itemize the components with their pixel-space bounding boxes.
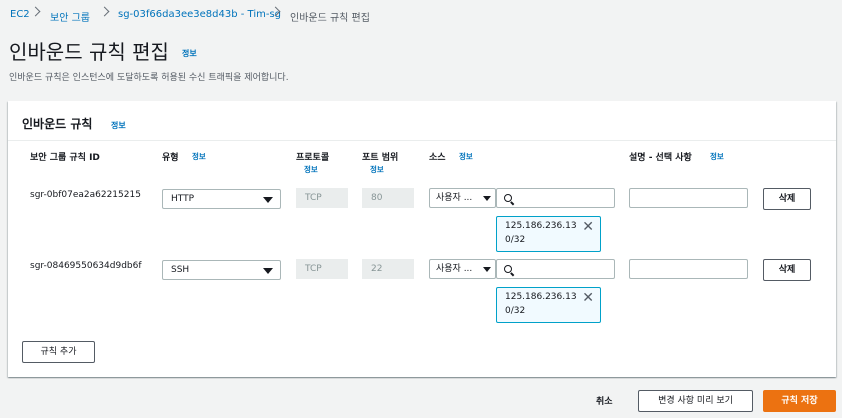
port-range-field: 22 bbox=[362, 259, 414, 279]
description-input[interactable] bbox=[629, 188, 748, 208]
source-type-select[interactable]: 사용자 ... bbox=[429, 188, 496, 208]
col-rule-id: 보안 그룹 규칙 ID bbox=[30, 153, 100, 163]
breadcrumb-security-group[interactable]: sg-03f66da3ee3e8d43b - Tim-sg bbox=[118, 9, 281, 20]
source-search-input[interactable] bbox=[496, 188, 615, 208]
col-source-info[interactable]: 정보 bbox=[459, 151, 473, 162]
source-type-value: 사용자 ... bbox=[436, 193, 473, 203]
cancel-button[interactable]: 취소 bbox=[596, 394, 613, 407]
rule-id: sgr-08469550634d9db6f bbox=[30, 261, 142, 271]
breadcrumb-current: 인바운드 규칙 편집 bbox=[290, 13, 370, 24]
col-type: 유형 bbox=[162, 153, 179, 163]
col-description-info[interactable]: 정보 bbox=[710, 151, 724, 162]
source-ip-text-2: 0/32 bbox=[505, 306, 526, 316]
type-select[interactable]: SSH bbox=[162, 260, 281, 280]
preview-changes-button[interactable]: 변경 사항 미리 보기 bbox=[638, 390, 753, 412]
page-info-link[interactable]: 정보 bbox=[182, 48, 197, 59]
panel-divider bbox=[8, 140, 836, 141]
description-input[interactable] bbox=[629, 259, 748, 279]
delete-button[interactable]: 삭제 bbox=[763, 188, 811, 210]
source-type-value: 사용자 ... bbox=[436, 264, 473, 274]
col-description: 설명 - 선택 사항 bbox=[629, 153, 692, 163]
delete-button[interactable]: 삭제 bbox=[763, 259, 811, 281]
caret-down-icon bbox=[263, 197, 273, 203]
caret-down-icon bbox=[483, 267, 491, 272]
panel-info-link[interactable]: 정보 bbox=[111, 120, 126, 131]
type-select-value: HTTP bbox=[171, 194, 195, 204]
source-ip-token: 125.186.236.13 0/32 ✕ bbox=[496, 216, 601, 252]
chevron-right-icon bbox=[99, 6, 110, 17]
chevron-right-icon bbox=[30, 6, 41, 17]
col-port-info[interactable]: 정보 bbox=[370, 164, 384, 175]
col-protocol: 프로토콜 bbox=[296, 153, 330, 163]
search-icon bbox=[504, 194, 512, 202]
inbound-rules-panel bbox=[8, 101, 836, 377]
col-port: 포트 범위 bbox=[362, 153, 399, 163]
add-rule-button[interactable]: 규칙 추가 bbox=[22, 341, 95, 363]
source-ip-text-2: 0/32 bbox=[505, 235, 526, 245]
close-icon[interactable]: ✕ bbox=[582, 291, 594, 305]
port-range-field: 80 bbox=[362, 188, 414, 208]
breadcrumb-security-groups[interactable]: 보안 그룹 bbox=[50, 9, 90, 24]
source-search-input[interactable] bbox=[496, 259, 615, 279]
page-title: 인바운드 규칙 편집 bbox=[9, 40, 169, 64]
breadcrumb-ec2[interactable]: EC2 bbox=[10, 9, 30, 20]
col-protocol-info[interactable]: 정보 bbox=[304, 164, 318, 175]
caret-down-icon bbox=[263, 268, 273, 274]
source-ip-token: 125.186.236.13 0/32 ✕ bbox=[496, 287, 601, 323]
close-icon[interactable]: ✕ bbox=[582, 220, 594, 234]
type-select-value: SSH bbox=[171, 265, 190, 275]
type-select[interactable]: HTTP bbox=[162, 189, 281, 209]
rule-id: sgr-0bf07ea2a62215215 bbox=[30, 190, 141, 200]
breadcrumb: EC2 보안 그룹 sg-03f66da3ee3e8d43b - Tim-sg … bbox=[0, 0, 842, 28]
page-description: 인바운드 규칙은 인스턴스에 도달하도록 허용된 수신 트래픽을 제어합니다. bbox=[9, 73, 289, 83]
panel-title: 인바운드 규칙 bbox=[22, 117, 93, 131]
protocol-field: TCP bbox=[296, 259, 348, 279]
search-icon bbox=[504, 265, 512, 273]
protocol-field: TCP bbox=[296, 188, 348, 208]
source-type-select[interactable]: 사용자 ... bbox=[429, 259, 496, 279]
caret-down-icon bbox=[483, 196, 491, 201]
save-rules-button[interactable]: 규칙 저장 bbox=[763, 390, 836, 412]
col-type-info[interactable]: 정보 bbox=[192, 151, 206, 162]
col-source: 소스 bbox=[429, 153, 446, 163]
